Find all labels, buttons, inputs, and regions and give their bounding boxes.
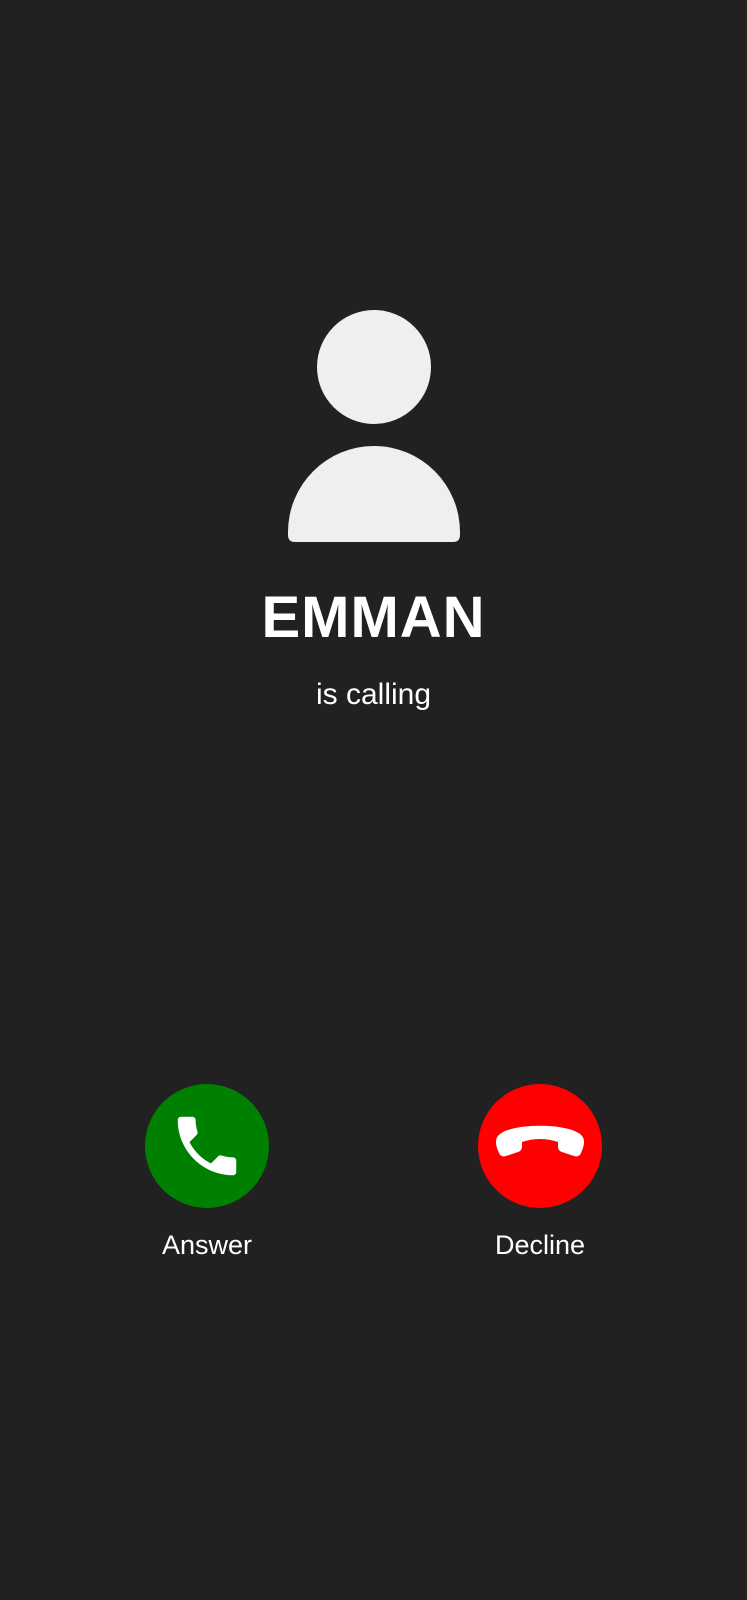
- decline-button-circle[interactable]: [478, 1084, 602, 1208]
- person-icon: [288, 310, 460, 542]
- incoming-call-screen: EMMAN is calling Answer Decline: [0, 0, 747, 1600]
- phone-hangup-icon: [496, 1125, 584, 1157]
- answer-label: Answer: [161, 1230, 253, 1260]
- decline-label: Decline: [494, 1230, 586, 1260]
- answer-button[interactable]: Answer: [107, 1084, 307, 1262]
- answer-button-circle[interactable]: [145, 1084, 269, 1208]
- caller-name: EMMAN: [261, 585, 486, 650]
- phone-icon: [177, 1116, 237, 1176]
- call-status-text: is calling: [315, 678, 432, 711]
- decline-button[interactable]: Decline: [440, 1084, 640, 1262]
